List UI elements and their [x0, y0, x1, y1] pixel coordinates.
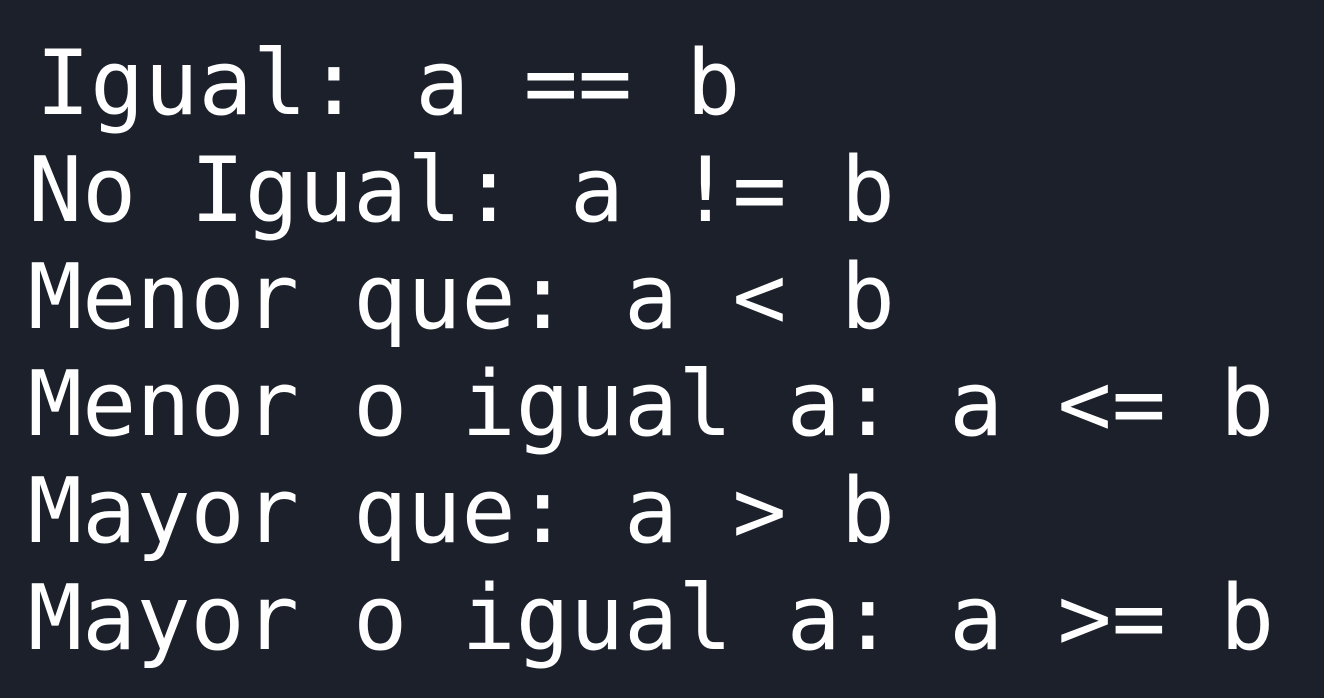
- line-equal: Igual: a == b: [36, 31, 741, 136]
- line-greater-than: Mayor que: a > b: [28, 459, 895, 564]
- line-less-or-equal: Menor o igual a: a <= b: [28, 352, 1275, 457]
- line-greater-or-equal: Mayor o igual a: a >= b: [28, 566, 1275, 671]
- code-block: Igual: a == b No Igual: a != b Menor que…: [0, 0, 1324, 698]
- line-less-than: Menor que: a < b: [28, 245, 895, 350]
- line-not-equal: No Igual: a != b: [28, 138, 895, 243]
